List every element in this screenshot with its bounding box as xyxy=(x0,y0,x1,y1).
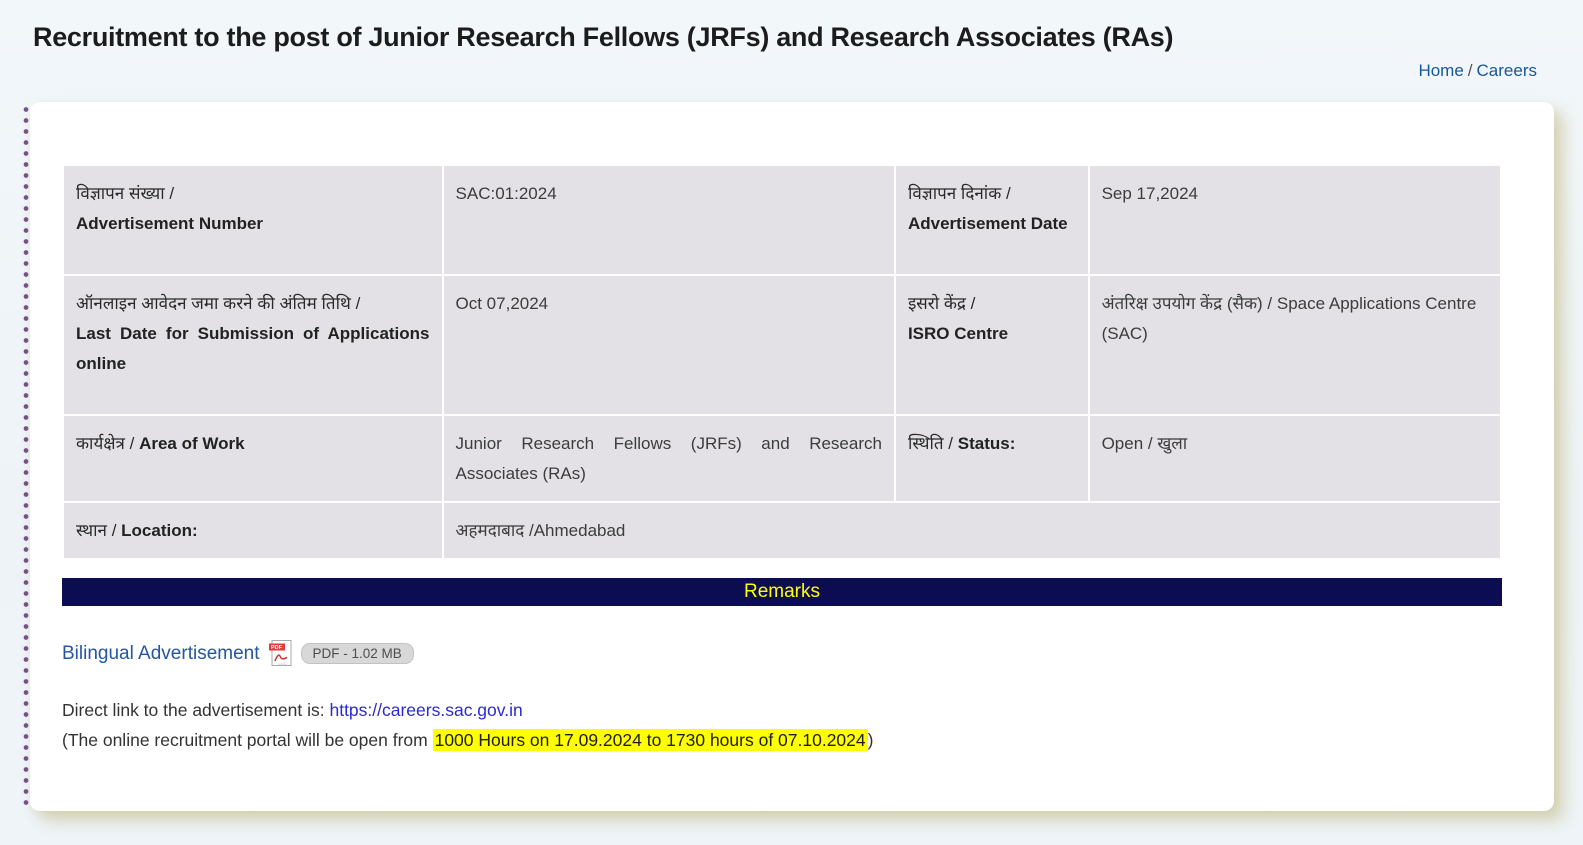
table-row: विज्ञापन संख्या / Advertisement Number S… xyxy=(64,166,1500,274)
breadcrumb-separator: / xyxy=(1467,61,1473,80)
label-status-hi: स्थिति / xyxy=(907,434,958,453)
label-status-en: Status: xyxy=(957,434,1016,453)
table-row: ऑनलाइन आवेदन जमा करने की अंतिम तिथि / La… xyxy=(64,276,1500,414)
value-advertisement-date: Sep 17,2024 xyxy=(1089,166,1500,274)
breadcrumb-home-link[interactable]: Home xyxy=(1418,61,1463,80)
value-isro-centre: अंतरिक्ष उपयोग केंद्र (सैक) / Space Appl… xyxy=(1089,276,1500,414)
label-last-date: ऑनलाइन आवेदन जमा करने की अंतिम तिथि / La… xyxy=(64,276,442,414)
label-location: स्थान / Location: xyxy=(64,503,442,558)
label-area-of-work: कार्यक्षेत्र / Area of Work xyxy=(64,416,442,501)
table-row: कार्यक्षेत्र / Area of Work Junior Resea… xyxy=(64,416,1500,501)
page-header: Recruitment to the post of Junior Resear… xyxy=(0,0,1583,81)
label-advertisement-number: विज्ञापन संख्या / Advertisement Number xyxy=(64,166,442,274)
direct-link-prefix: Direct link to the advertisement is: xyxy=(62,700,330,720)
label-advertisement-number-en: Advertisement Number xyxy=(76,214,264,233)
portal-line-suffix: ) xyxy=(867,730,874,750)
portal-window-highlight: 1000 Hours on 17.09.2024 to 1730 hours o… xyxy=(432,729,868,751)
page-title: Recruitment to the post of Junior Resear… xyxy=(33,22,1174,52)
portal-line-prefix: (The online recruitment portal will be o… xyxy=(62,730,433,750)
label-isro-centre-hi: इसरो केंद्र / xyxy=(907,294,976,313)
remarks-header: Remarks xyxy=(62,578,1502,606)
value-last-date: Oct 07,2024 xyxy=(443,276,894,414)
content-panel: विज्ञापन संख्या / Advertisement Number S… xyxy=(23,102,1554,811)
direct-link-block: Direct link to the advertisement is: htt… xyxy=(62,695,1502,755)
pdf-icon[interactable]: PDF Adobe xyxy=(268,640,292,667)
label-area-of-work-hi: कार्यक्षेत्र / xyxy=(76,434,140,453)
table-row: स्थान / Location: अहमदाबाद /Ahmedabad xyxy=(64,503,1500,558)
breadcrumb-careers-link[interactable]: Careers xyxy=(1477,61,1537,80)
svg-text:Adobe: Adobe xyxy=(278,662,287,666)
breadcrumb: Home / Careers xyxy=(33,61,1537,81)
advertisement-details-table: विज्ञापन संख्या / Advertisement Number S… xyxy=(62,164,1502,560)
attachment-row: Bilingual Advertisement PDF Adobe PDF - … xyxy=(62,640,1502,667)
value-advertisement-number: SAC:01:2024 xyxy=(443,166,894,274)
label-location-en: Location: xyxy=(121,521,198,540)
careers-url-link[interactable]: https://careers.sac.gov.in xyxy=(329,700,522,720)
portal-window-line: (The online recruitment portal will be o… xyxy=(62,725,1502,755)
label-advertisement-date-en: Advertisement Date xyxy=(907,214,1068,233)
pdf-size-badge: PDF - 1.02 MB xyxy=(300,643,414,664)
label-last-date-en: Last Date for Submission of Applications… xyxy=(76,324,430,373)
value-area-of-work: Junior Research Fellows (JRFs) and Resea… xyxy=(443,416,894,501)
label-location-hi: स्थान / xyxy=(76,521,122,540)
direct-link-line: Direct link to the advertisement is: htt… xyxy=(62,695,1502,725)
value-status: Open / खुला xyxy=(1089,416,1500,501)
label-area-of-work-en: Area of Work xyxy=(139,434,245,453)
label-isro-centre-en: ISRO Centre xyxy=(907,324,1009,343)
label-advertisement-date-hi: विज्ञापन दिनांक / xyxy=(907,184,1011,203)
label-status: स्थिति / Status: xyxy=(895,416,1088,501)
label-last-date-hi: ऑनलाइन आवेदन जमा करने की अंतिम तिथि / xyxy=(76,294,361,313)
label-advertisement-date: विज्ञापन दिनांक / Advertisement Date xyxy=(895,166,1088,274)
value-location: अहमदाबाद /Ahmedabad xyxy=(443,503,1500,558)
label-isro-centre: इसरो केंद्र / ISRO Centre xyxy=(895,276,1088,414)
label-advertisement-number-hi: विज्ञापन संख्या / xyxy=(76,184,175,203)
svg-text:PDF: PDF xyxy=(271,645,283,651)
bilingual-advertisement-link[interactable]: Bilingual Advertisement xyxy=(62,643,260,665)
